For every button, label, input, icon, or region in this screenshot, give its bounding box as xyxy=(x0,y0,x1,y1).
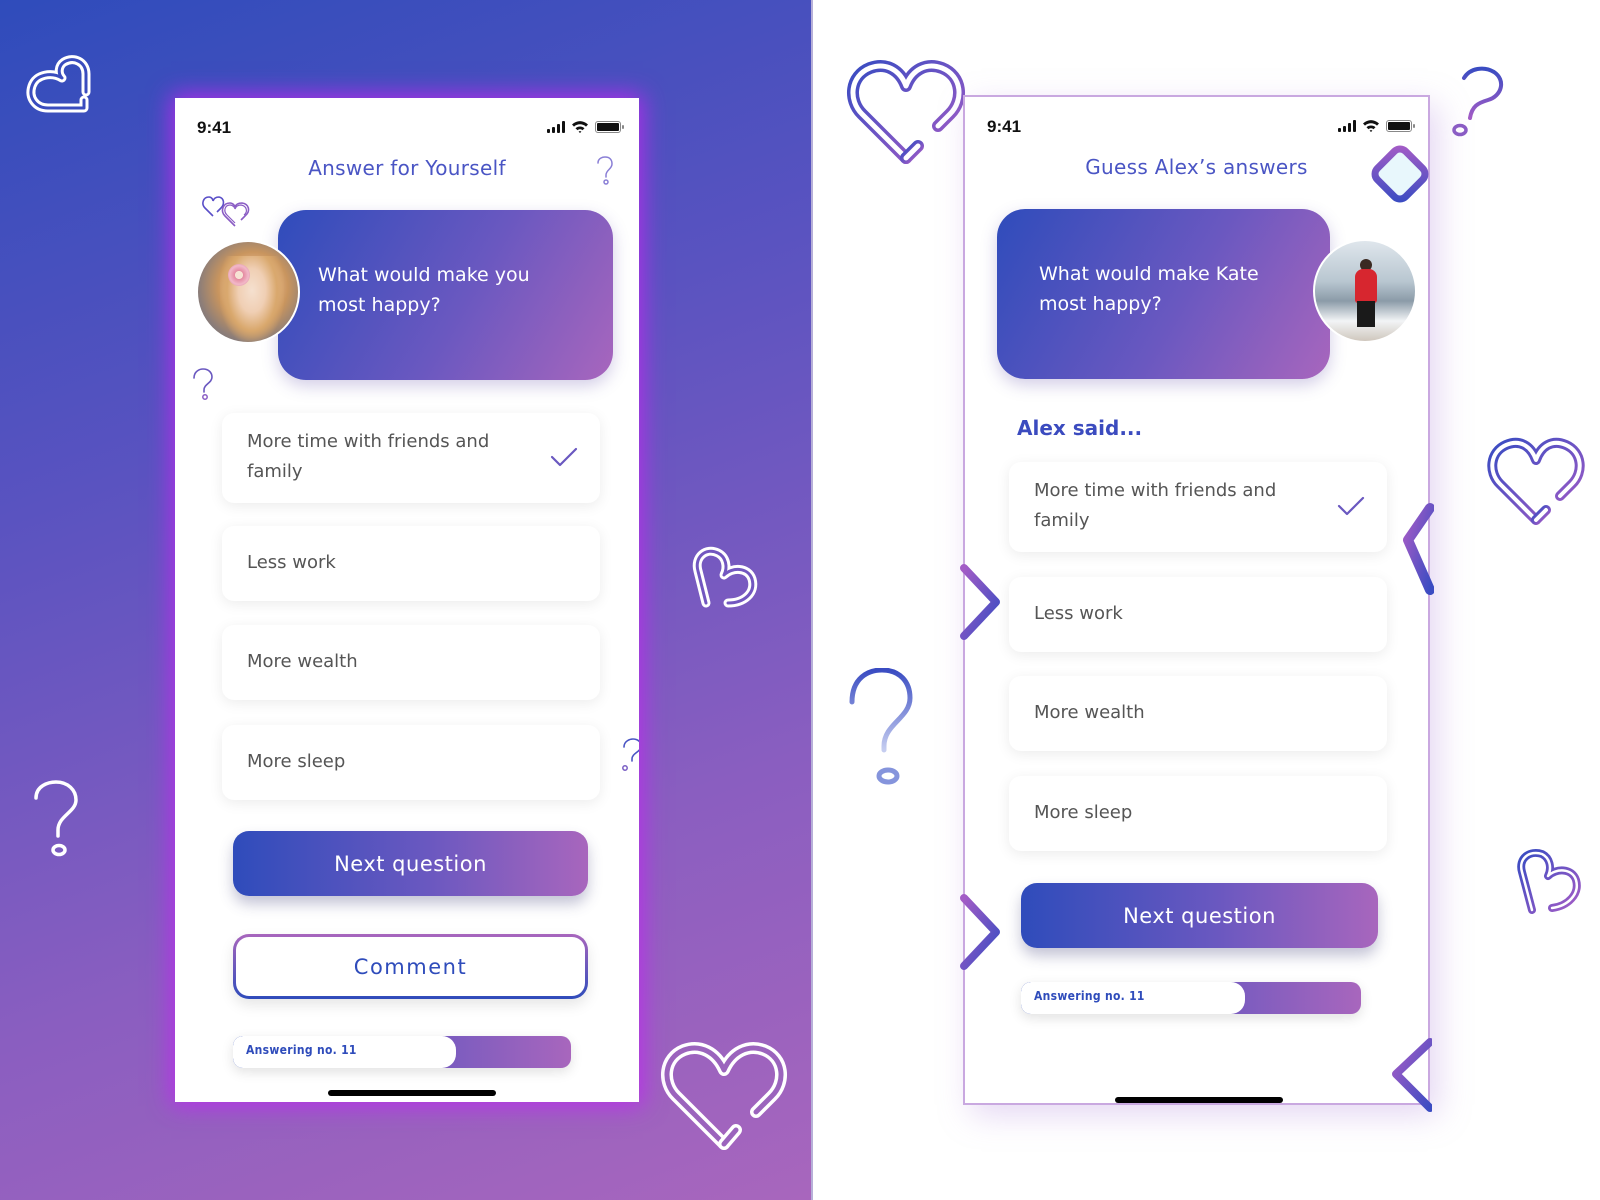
option-label: More wealth xyxy=(1034,702,1145,723)
status-time: 9:41 xyxy=(197,118,232,137)
answer-option-more-wealth[interactable]: More wealth xyxy=(1009,676,1387,751)
checkmark-icon xyxy=(1337,496,1365,516)
question-line: What would make Kate xyxy=(1039,263,1259,285)
checkmark-icon xyxy=(550,447,578,467)
next-question-button[interactable]: Next question xyxy=(233,831,588,896)
status-time: 9:41 xyxy=(987,117,1022,136)
answer-option-friends-family[interactable]: More time with friends and family xyxy=(222,413,600,503)
wifi-icon xyxy=(572,121,588,133)
phone-screen-answer-yourself: 9:41 Answer for Yourself What would make… xyxy=(175,98,639,1102)
option-label: More time with friends and family xyxy=(247,431,490,482)
status-bar: 9:41 xyxy=(965,97,1428,157)
cellular-signal-icon xyxy=(1338,119,1356,132)
avatar-alex-photo xyxy=(1313,239,1417,343)
heart-outline-icon xyxy=(26,55,91,113)
screen-title: Guess Alex’s answers xyxy=(1085,155,1308,179)
option-label: More sleep xyxy=(247,751,346,772)
home-indicator xyxy=(328,1090,496,1096)
question-mark-icon xyxy=(34,780,78,857)
question-text: What would make you most happy? xyxy=(318,260,530,320)
answer-option-friends-family[interactable]: More time with friends and family xyxy=(1009,462,1387,552)
option-label: Less work xyxy=(247,552,336,573)
progress-label: Answering no. 11 xyxy=(246,1043,357,1057)
answer-option-more-sleep[interactable]: More sleep xyxy=(222,725,600,800)
avatar-user-photo xyxy=(196,240,300,344)
hearts-icon xyxy=(202,196,250,227)
answer-option-more-wealth[interactable]: More wealth xyxy=(222,625,600,700)
question-line: What would make you xyxy=(318,264,530,286)
battery-icon xyxy=(595,120,624,133)
question-line: most happy? xyxy=(318,294,441,316)
option-label: More wealth xyxy=(247,651,358,672)
heart-outline-icon xyxy=(661,1042,787,1150)
answer-option-less-work[interactable]: Less work xyxy=(1009,577,1387,652)
comment-button[interactable]: Comment xyxy=(233,934,588,999)
wifi-icon xyxy=(1363,120,1379,132)
progress-label: Answering no. 11 xyxy=(1034,989,1145,1003)
cellular-signal-icon xyxy=(547,120,565,133)
question-mark-icon xyxy=(622,738,639,771)
battery-icon xyxy=(1386,119,1415,132)
option-label: More sleep xyxy=(1034,802,1133,823)
status-icons xyxy=(1338,119,1415,132)
alex-said-label: Alex said... xyxy=(1017,416,1143,440)
question-mark-icon xyxy=(193,368,213,400)
status-bar: 9:41 xyxy=(175,98,639,158)
option-label: More time with friends and family xyxy=(1034,480,1277,531)
heart-outline-icon xyxy=(692,546,758,608)
question-card: What would make Kate most happy? xyxy=(997,209,1330,379)
screen-title: Answer for Yourself xyxy=(308,156,506,180)
status-icons xyxy=(547,120,624,133)
question-card: What would make you most happy? xyxy=(278,210,613,380)
answer-option-more-sleep[interactable]: More sleep xyxy=(1009,776,1387,851)
phone-screen-guess-answers: 9:41 Guess Alex’s answers What would mak… xyxy=(963,95,1430,1105)
question-text: What would make Kate most happy? xyxy=(1039,259,1259,319)
answering-progress-bar: Answering no. 11 xyxy=(233,1036,571,1068)
home-indicator xyxy=(1115,1097,1283,1103)
option-label: Less work xyxy=(1034,603,1123,624)
question-line: most happy? xyxy=(1039,293,1162,315)
answering-progress-bar: Answering no. 11 xyxy=(1021,982,1361,1014)
next-question-button[interactable]: Next question xyxy=(1021,883,1378,948)
answer-option-less-work[interactable]: Less work xyxy=(222,526,600,601)
